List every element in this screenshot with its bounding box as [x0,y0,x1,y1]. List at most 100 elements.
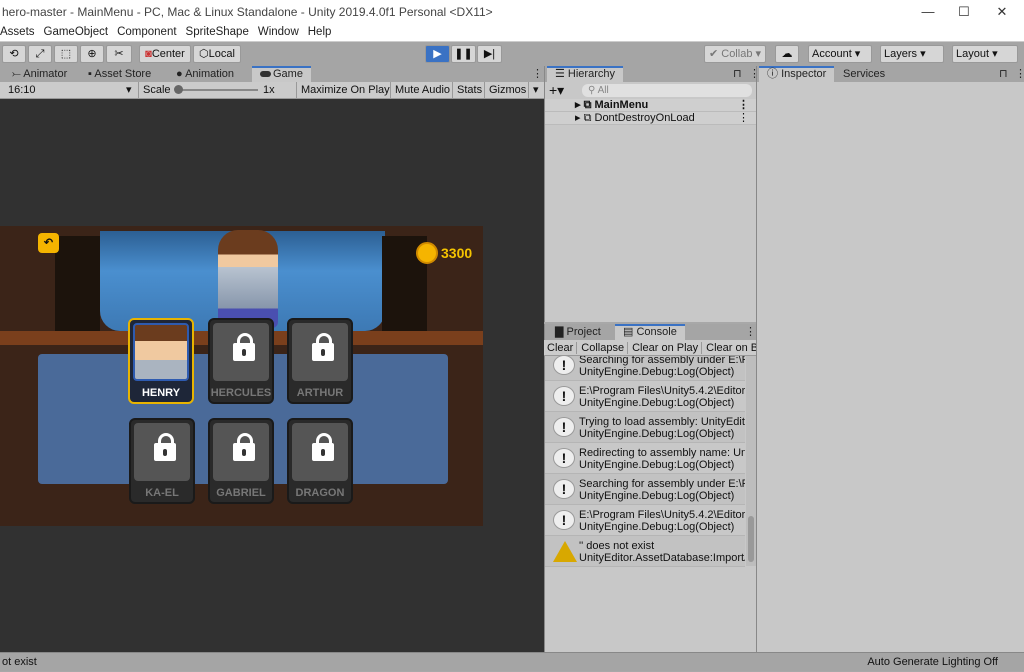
lock-icon [233,433,255,461]
clear-button[interactable]: Clear [544,342,576,354]
play-button[interactable]: ▶ [425,45,450,63]
hero-card-henry[interactable]: HENRY [128,318,194,404]
layout-dropdown[interactable]: Layout ▾ [952,45,1018,63]
tab-game[interactable]: Game [252,66,311,82]
scale-slider[interactable] [176,89,258,91]
lighting-status[interactable]: Auto Generate Lighting Off [867,653,998,672]
rect-tool-icon[interactable]: ⬚ [54,45,78,63]
coin-icon [416,242,438,264]
maximize-button[interactable]: ☐ [946,0,982,24]
console-entry-message: Redirecting to assembly name: Unit [579,447,745,459]
console-entry-stacktrace: UnityEngine.Debug:Log(Object) [579,459,735,471]
coin-count: 3300 [441,245,473,261]
console-panel: ! Searching for assembly under E:\Pro Unit… [544,340,756,652]
menu-assets[interactable]: Assets [0,26,35,38]
collab-dropdown[interactable]: ✔ Collab ▾ [704,45,766,63]
cloud-icon[interactable]: ☁ [775,45,799,63]
more-options-icon[interactable]: ⋮ [737,324,764,340]
mute-audio-toggle[interactable]: Mute Audio [390,82,450,98]
pivot-local-button[interactable]: ⬡Local [193,45,241,63]
menu-spriteshape[interactable]: SpriteShape [186,26,249,38]
console-entry[interactable]: ! E:\Program Files\Unity5.4.2\Editor\D Uni… [545,505,745,536]
hero-card-hercules[interactable]: HERCULES [208,318,274,404]
scale-tool-icon[interactable]: ⤢ [28,45,52,63]
clear-on-play-button[interactable]: Clear on Play [627,342,702,354]
tab-inspector[interactable]: ⓘ Inspector [759,66,835,82]
lock-icon [154,433,176,461]
menu-bar: Assets GameObject Component SpriteShape Wind… [0,24,1024,42]
info-icon: ! [553,479,575,499]
scale-value: 1x [263,84,275,96]
game-toolbar: 16:10 ▾ Scale 1x Maximize On Play Mute Au… [0,82,544,99]
console-entry[interactable]: ! Searching for assembly under E:\Pro Unit… [545,474,745,505]
stats-toggle[interactable]: Stats [452,82,482,98]
gizmos-toggle[interactable]: Gizmos [484,82,526,98]
tab-console[interactable]: ▤ Console [615,324,685,340]
console-scrollbar[interactable] [746,356,756,566]
console-toolbar: ClearCollapseClear on PlayClear on Bu [544,340,756,356]
tab-animation[interactable]: ● Animation [168,66,242,82]
hero-card-arthur[interactable]: ARTHUR [287,318,353,404]
clear-on-build-button[interactable]: Clear on Bu [701,342,756,354]
info-icon: ! [553,355,575,375]
console-entry[interactable]: '' does not exist UnityEditor.AssetDataba… [545,536,745,567]
tab-asset-store[interactable]: ▪ Asset Store [80,66,159,82]
console-entry-stacktrace: UnityEngine.Debug:Log(Object) [579,521,735,533]
lock-icon [312,333,334,361]
hero-portrait [213,423,269,481]
console-entry-message: Searching for assembly under E:\Pro [579,478,745,490]
menu-gameobject[interactable]: GameObject [44,26,109,38]
create-button[interactable]: +▾ [549,82,564,98]
maximize-on-play-toggle[interactable]: Maximize On Play [296,82,390,98]
collapse-button[interactable]: Collapse [576,342,628,354]
local-icon: ⬡ [199,48,209,60]
menu-component[interactable]: Component [117,26,176,38]
info-icon: ! [553,386,575,406]
pivot-center-button[interactable]: ◙Center [139,45,191,63]
hero-portrait [133,323,189,381]
window-title: hero-master - MainMenu - PC, Mac & Linux… [2,5,493,19]
status-message[interactable]: ot exist [2,653,37,672]
more-options-icon[interactable]: ⋮ [1007,66,1024,82]
console-entry[interactable]: ! Trying to load assembly: UnityEdito Unit… [545,412,745,443]
scrollbar-thumb[interactable] [748,516,754,562]
console-entry[interactable]: ! Redirecting to assembly name: Unit Unity… [545,443,745,474]
console-entry-stacktrace: UnityEditor.AssetDatabase:ImportAs [579,552,745,564]
info-icon: ! [553,417,575,437]
hero-card-dragon[interactable]: DRAGON [287,418,353,504]
layers-dropdown[interactable]: Layers ▾ [880,45,944,63]
hierarchy-search-input[interactable]: ⚲ All [582,84,752,97]
pause-button[interactable]: ❚❚ [451,45,476,63]
gamepad-icon [260,71,271,78]
back-button[interactable]: ↶ [38,233,59,253]
center-icon: ◙ [145,48,152,60]
menu-help[interactable]: Help [308,26,332,38]
console-entry-message: Trying to load assembly: UnityEdito [579,416,745,428]
gizmos-dropdown-icon[interactable]: ▾ [528,82,539,98]
inspector-panel [756,82,1024,652]
close-button[interactable]: ✕ [984,0,1020,24]
minimize-button[interactable]: — [910,0,946,24]
hierarchy-item-mainmenu[interactable]: ▸ ⧉ MainMenu ⋮ [545,99,757,112]
tab-hierarchy[interactable]: ☰ Hierarchy [547,66,623,82]
scale-slider-handle[interactable] [174,85,183,94]
hero-card-gabriel[interactable]: GABRIEL [208,418,274,504]
account-dropdown[interactable]: Account ▾ [808,45,872,63]
console-entry-stacktrace: UnityEngine.Debug:Log(Object) [579,366,735,378]
main-toolbar: ⟲ ⤢ ⬚ ⊕ ✂ ◙Center ⬡Local ▶ ❚❚ ▶| ✔ Colla… [0,42,1024,66]
tab-project[interactable]: ▇ Project [547,324,609,340]
console-entry-message: '' does not exist [579,540,655,552]
console-entry[interactable]: ! E:\Program Files\Unity5.4.2\Editor\D Uni… [545,381,745,412]
menu-window[interactable]: Window [258,26,299,38]
hierarchy-item-dontdestroyonload[interactable]: ▸ ⧉ DontDestroyOnLoad ⋮ [545,112,757,125]
tab-services[interactable]: Services [835,66,893,82]
rotate-tool-icon[interactable]: ⟲ [2,45,26,63]
transform-tool-icon[interactable]: ⊕ [80,45,104,63]
hero-card-ka-el[interactable]: KA-EL [129,418,195,504]
scale-label: Scale [138,82,171,98]
inspector-tab-bar: ⓘ Inspector Services ⊓ ⋮ [756,66,1024,82]
tab-animator[interactable]: ⤚ Animator [4,66,75,82]
custom-tool-icon[interactable]: ✂ [106,45,132,63]
step-button[interactable]: ▶| [477,45,502,63]
hero-portrait [134,423,190,481]
